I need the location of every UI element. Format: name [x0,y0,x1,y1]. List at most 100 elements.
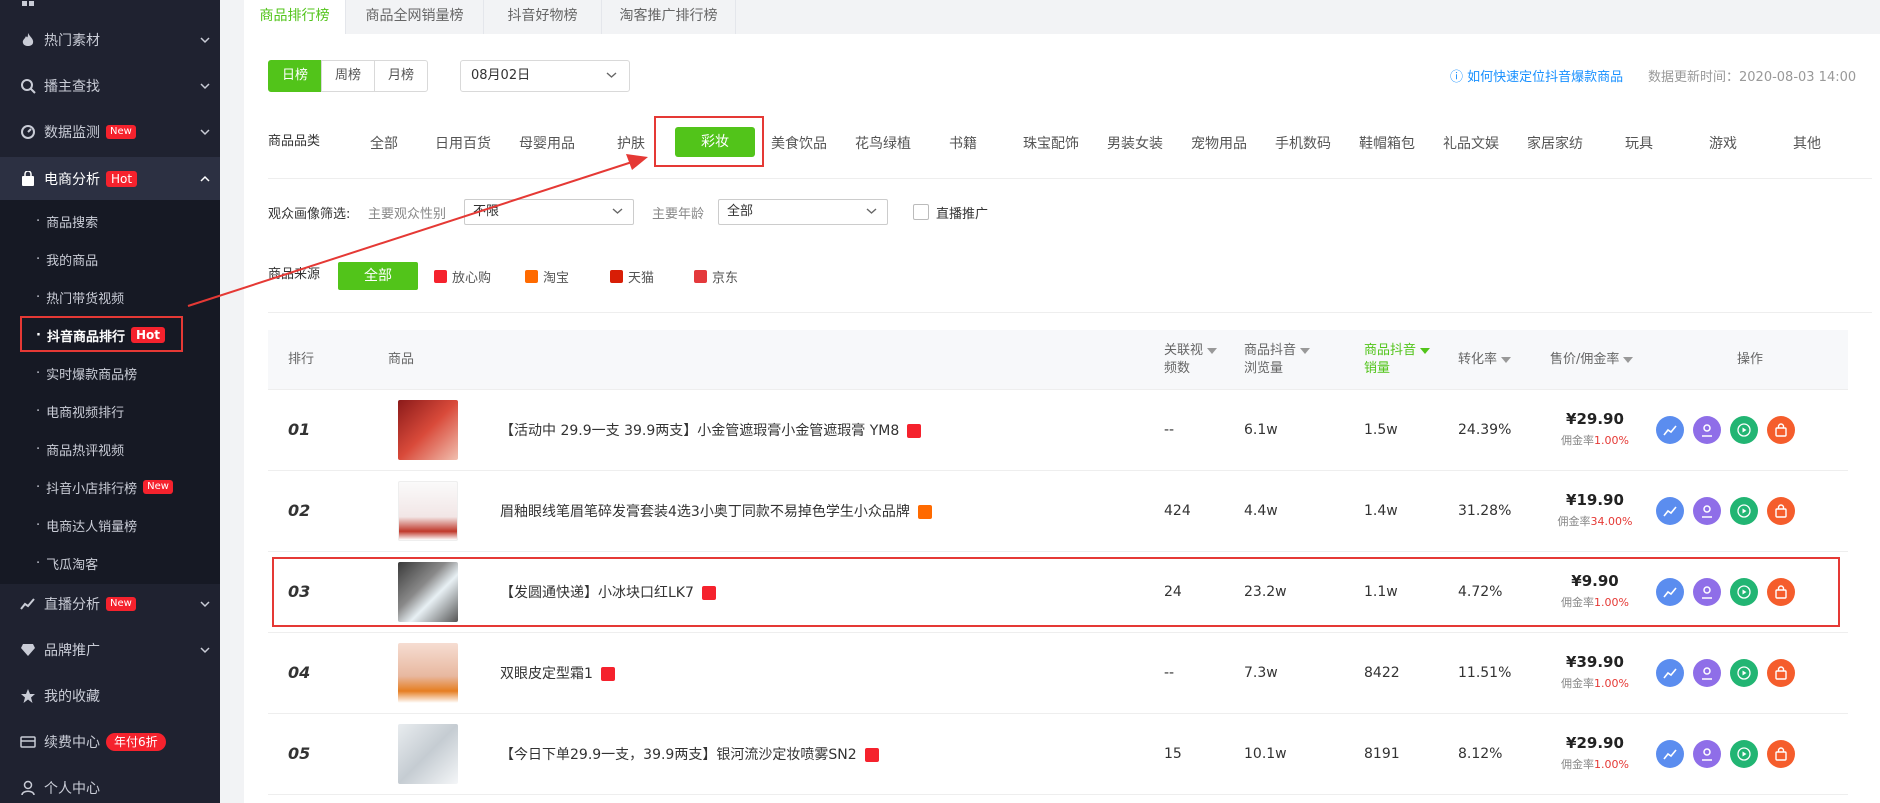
table-row[interactable]: 02 眉釉眼线笔眉笔碎发膏套装4选3小奥丁同款不易掉色学生小众品牌 424 4.… [268,471,1848,552]
rank: 02 [288,501,311,520]
source-tmall[interactable]: 天猫 [610,267,654,286]
category-digital[interactable]: 手机数码 [1268,133,1338,153]
sidebar-item-my-products[interactable]: 我的商品 [0,240,220,278]
video-play-icon[interactable] [1730,740,1758,768]
new-badge: New [106,125,136,139]
header-price[interactable]: 售价/佣金率 [1550,351,1634,369]
source-label-text: 京东 [712,271,739,286]
live-promo-checkbox[interactable] [913,204,929,220]
category-plants[interactable]: 花鸟绿植 [848,133,918,153]
sidebar-item-favorites[interactable]: 我的收藏 [0,674,220,718]
header-views[interactable]: 商品抖音 浏览量 [1244,342,1311,378]
category-shoes-bags[interactable]: 鞋帽箱包 [1352,133,1422,153]
tab-network-sales[interactable]: 商品全网销量榜 [346,0,484,34]
conversion: 8.12% [1458,746,1503,762]
product-thumbnail[interactable] [398,724,458,784]
table-row[interactable]: 01 【活动中 29.9一支 39.9两支】小金管遮瑕膏小金管遮瑕膏 YM8 -… [268,390,1848,471]
sidebar-item-feigua-taoke[interactable]: 飞瓜淘客 [0,544,220,582]
product-name[interactable]: 【今日下单29.9一支，39.9两支】银河流沙定妆喷雾SN2 [500,744,879,764]
category-clothing[interactable]: 男装女装 [1100,133,1170,153]
category-books[interactable]: 书籍 [938,133,988,153]
user-profile-icon[interactable] [1693,497,1721,525]
sidebar-item-hot-comments[interactable]: 商品热评视频 [0,430,220,468]
header-sales[interactable]: 商品抖音 销量 [1364,342,1431,378]
product-name[interactable]: 眉釉眼线笔眉笔碎发膏套装4选3小奥丁同款不易掉色学生小众品牌 [500,501,932,521]
period-week-button[interactable]: 周榜 [321,60,375,92]
source-fangxingou[interactable]: 放心购 [434,267,491,286]
tab-product-ranking[interactable]: 商品排行榜 [244,0,346,34]
sidebar-item-hot-materials[interactable]: 热门素材 [0,18,220,62]
product-name[interactable]: 双眼皮定型霜1 [500,663,615,683]
date-select[interactable]: 08月02日 [460,60,630,92]
sidebar-item-hot-videos[interactable]: 热门带货视频 [0,278,220,316]
category-all[interactable]: 全部 [354,133,414,153]
category-home[interactable]: 家居家纺 [1520,133,1590,153]
product-name[interactable]: 【活动中 29.9一支 39.9两支】小金管遮瑕膏小金管遮瑕膏 YM8 [500,420,922,440]
header-conversion[interactable]: 转化率 [1458,351,1512,369]
table-row[interactable]: 04 双眼皮定型霜1 -- 7.3w 8422 11.51% ¥39.90 佣金… [268,633,1848,714]
video-play-icon[interactable] [1730,497,1758,525]
sidebar-item-label: 我的收藏 [44,689,100,705]
header-text: 商品抖音 [1364,343,1417,358]
source-all-button[interactable]: 全部 [338,262,418,290]
rank: 05 [288,744,311,763]
category-gifts[interactable]: 礼品文娱 [1436,133,1506,153]
sidebar-item-brand-promo[interactable]: 品牌推广 [0,628,220,672]
age-select[interactable]: 全部 [718,199,888,225]
tab-taoke-ranking[interactable]: 淘客推广排行榜 [602,0,736,34]
sidebar-item-realtime-hot[interactable]: 实时爆款商品榜 [0,354,220,392]
sidebar-item-data-monitor[interactable]: 数据监测 New [0,110,220,154]
category-pets[interactable]: 宠物用品 [1184,133,1254,153]
user-profile-icon[interactable] [1693,659,1721,687]
user-profile-icon[interactable] [1693,740,1721,768]
sidebar-item-product-search[interactable]: 商品搜索 [0,202,220,240]
chevron-down-icon [200,124,210,140]
monitor-icon [20,124,36,140]
sidebar-item-video-ranking[interactable]: 电商视频排行 [0,392,220,430]
product-thumbnail[interactable] [398,643,458,703]
table-row[interactable]: 05 【今日下单29.9一支，39.9两支】银河流沙定妆喷雾SN2 15 10.… [268,714,1848,795]
sidebar-item-influencer-sales[interactable]: 电商达人销量榜 [0,506,220,544]
shop-bag-icon[interactable] [1767,416,1795,444]
rank: 01 [288,420,311,439]
source-taobao[interactable]: 淘宝 [525,267,569,286]
sidebar-item-live-analysis[interactable]: 直播分析 New [0,582,220,626]
shop-bag-icon[interactable] [1767,740,1795,768]
header-text: 售价/佣金率 [1550,352,1620,367]
trend-chart-icon[interactable] [1656,416,1684,444]
video-play-icon[interactable] [1730,416,1758,444]
trend-chart-icon[interactable] [1656,659,1684,687]
source-jd[interactable]: 京东 [694,267,738,286]
help-link[interactable]: ⓘ 如何快速定位抖音爆款商品 [1450,66,1623,85]
header-videos[interactable]: 关联视 频数 [1164,342,1218,378]
category-maternal[interactable]: 母婴用品 [512,133,582,153]
header-ops: 操作 [1737,352,1764,367]
sidebar-item-ecommerce[interactable]: 电商分析 Hot [0,157,220,201]
sidebar-item-label: 我的商品 [46,253,99,269]
chevron-down-icon [200,78,210,94]
gender-select[interactable]: 不限 [464,199,634,225]
sidebar-item-streamer-search[interactable]: 播主查找 [0,64,220,108]
trend-chart-icon[interactable] [1656,497,1684,525]
trend-chart-icon[interactable] [1656,740,1684,768]
product-thumbnail[interactable] [398,400,458,460]
product-thumbnail[interactable] [398,481,458,541]
shop-bag-icon[interactable] [1767,659,1795,687]
product-name-text: 双眼皮定型霜1 [500,666,593,682]
category-jewelry[interactable]: 珠宝配饰 [1016,133,1086,153]
sidebar-item-renewal[interactable]: 续费中心 年付6折 [0,720,220,764]
category-games[interactable]: 游戏 [1698,133,1748,153]
sidebar-item-personal-center[interactable]: 个人中心 [0,766,220,803]
category-other[interactable]: 其他 [1782,133,1832,153]
category-daily[interactable]: 日用百货 [428,133,498,153]
period-month-button[interactable]: 月榜 [374,60,428,92]
category-skincare[interactable]: 护肤 [606,133,656,153]
sidebar-item-shop-ranking[interactable]: 抖音小店排行榜 New [0,468,220,506]
tab-douyin-good-items[interactable]: 抖音好物榜 [484,0,602,34]
category-toys[interactable]: 玩具 [1614,133,1664,153]
shop-bag-icon[interactable] [1767,497,1795,525]
period-day-button[interactable]: 日榜 [268,60,322,92]
category-food[interactable]: 美食饮品 [764,133,834,153]
video-play-icon[interactable] [1730,659,1758,687]
user-profile-icon[interactable] [1693,416,1721,444]
